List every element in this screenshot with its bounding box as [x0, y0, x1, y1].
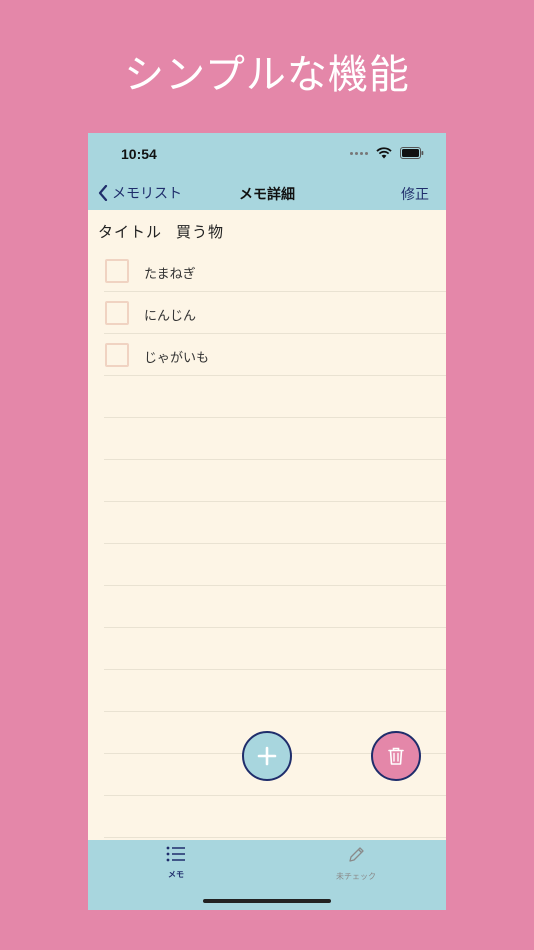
- page-title: メモ詳細: [239, 187, 295, 203]
- status-icons: [350, 147, 424, 159]
- memo-title: タイトル 買う物: [98, 221, 224, 242]
- checklist-item: じゃがいも: [104, 334, 446, 376]
- empty-line: [104, 670, 446, 712]
- item-label: にんじん: [144, 309, 197, 324]
- memo-title-value: 買う物: [176, 223, 225, 241]
- wifi-icon: [376, 147, 392, 159]
- empty-line: [104, 376, 446, 418]
- add-item-button[interactable]: [242, 731, 292, 781]
- battery-icon: [400, 147, 424, 159]
- edit-button[interactable]: 修正: [401, 184, 429, 204]
- empty-line: [104, 460, 446, 502]
- item-checkbox[interactable]: [105, 301, 129, 325]
- tab-memo-label: メモ: [168, 870, 184, 879]
- promo-headline: シンプルな機能: [124, 52, 410, 98]
- status-time: 10:54: [121, 146, 157, 162]
- empty-line: [104, 628, 446, 670]
- empty-line: [104, 502, 446, 544]
- pencil-icon: [349, 847, 364, 862]
- home-indicator: [203, 899, 331, 903]
- item-label: たまねぎ: [144, 267, 196, 282]
- item-checkbox[interactable]: [105, 343, 129, 367]
- tab-memo[interactable]: メモ: [126, 846, 226, 880]
- item-checkbox[interactable]: [105, 259, 129, 283]
- empty-line: [104, 586, 446, 628]
- checklist-item: たまねぎ: [104, 250, 446, 292]
- phone-screen: 10:54 メモリスト メモ詳細 修正 タイトル 買う物 たまねぎ にんじん じ…: [88, 133, 446, 910]
- item-label: じゃがいも: [144, 351, 210, 366]
- tab-uncheck-label: 未チェック: [336, 872, 376, 881]
- empty-line: [104, 796, 446, 838]
- trash-icon: [388, 747, 404, 765]
- checklist-item: にんじん: [104, 292, 446, 334]
- list-icon: [166, 846, 185, 862]
- delete-button[interactable]: [371, 731, 421, 781]
- empty-line: [104, 418, 446, 460]
- status-bar: 10:54: [88, 133, 446, 177]
- empty-line: [104, 544, 446, 586]
- plus-icon: [257, 746, 277, 766]
- navigation-bar: メモリスト メモ詳細 修正: [88, 177, 446, 210]
- memo-title-label: タイトル: [98, 223, 163, 241]
- cellular-signal-icon: [350, 151, 368, 155]
- tab-uncheck[interactable]: 未チェック: [306, 846, 406, 882]
